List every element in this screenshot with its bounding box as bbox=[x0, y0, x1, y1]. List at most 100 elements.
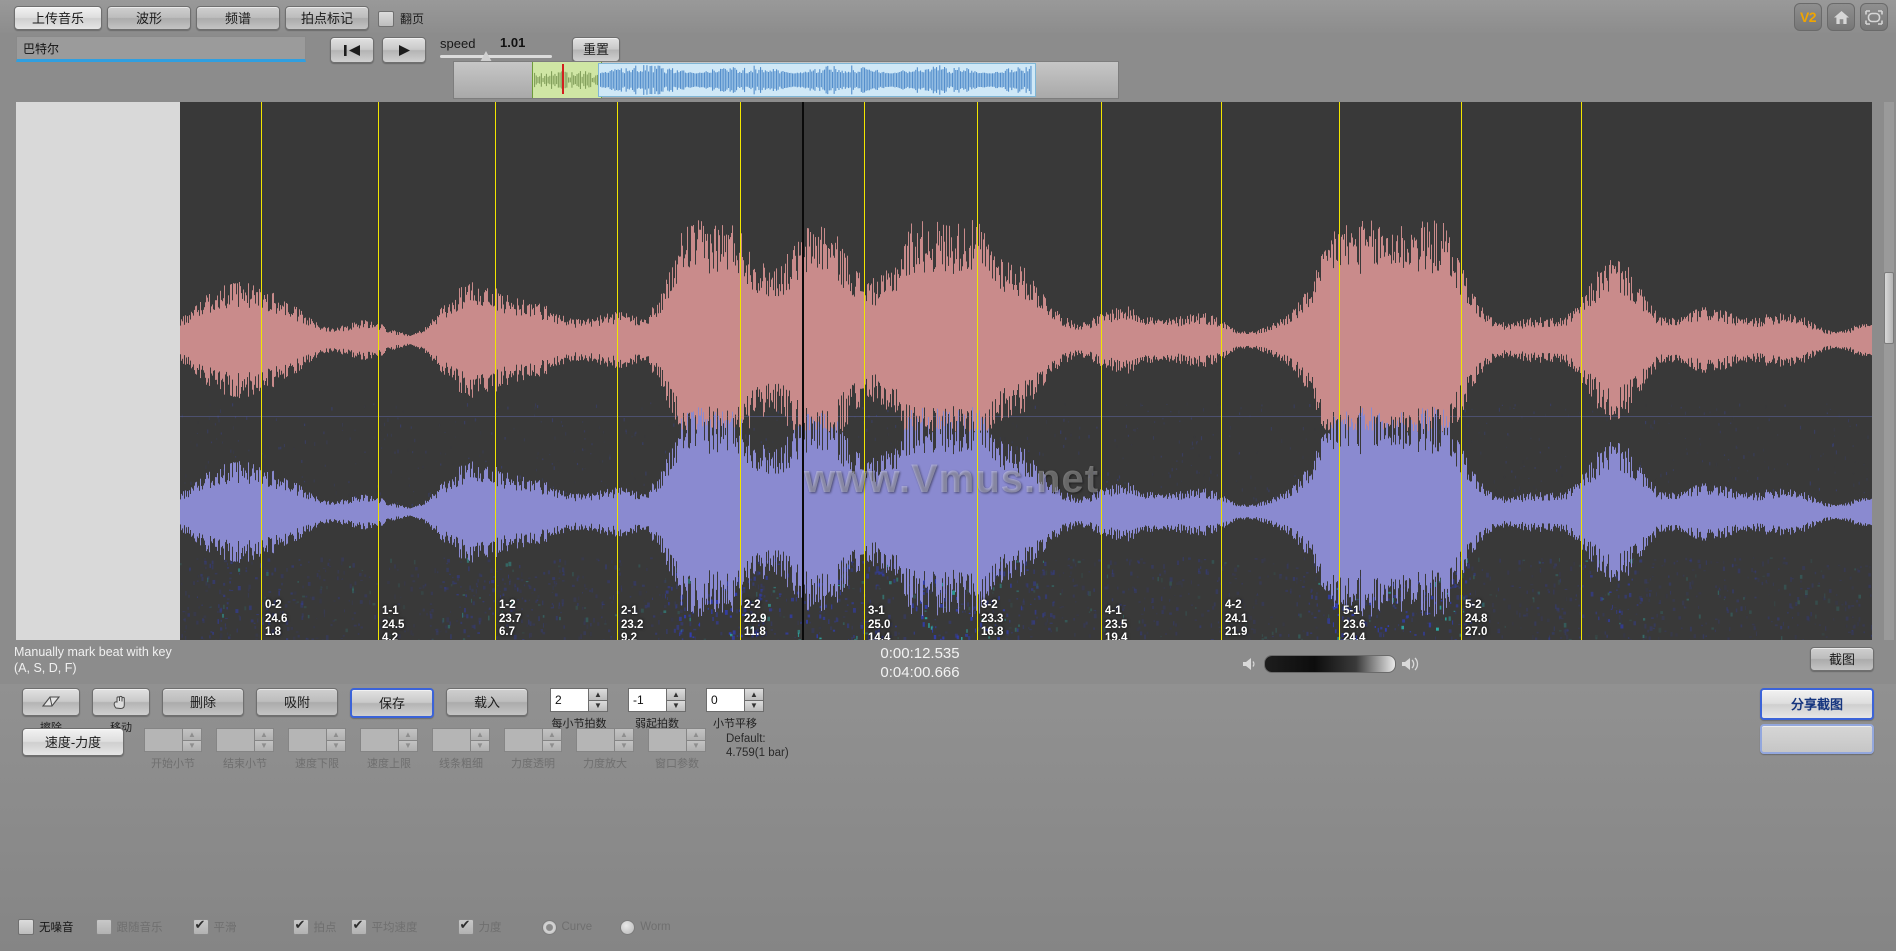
spinner-box[interactable]: ▲ ▼ bbox=[144, 728, 202, 752]
spinner-arrows[interactable]: ▲ ▼ bbox=[614, 728, 634, 752]
spinner-box[interactable]: 2 ▲ ▼ bbox=[550, 688, 608, 712]
checkbox-box[interactable] bbox=[378, 11, 394, 27]
spinner-arrows[interactable]: ▲ ▼ bbox=[666, 688, 686, 712]
spinner-up-icon[interactable]: ▲ bbox=[470, 728, 490, 741]
spinner-down-icon[interactable]: ▼ bbox=[666, 701, 686, 713]
spinner-down-icon[interactable]: ▼ bbox=[470, 741, 490, 753]
home-icon[interactable] bbox=[1827, 3, 1855, 31]
page-turn-checkbox[interactable]: 翻页 bbox=[378, 10, 424, 27]
spinner-arrows[interactable]: ▲ ▼ bbox=[398, 728, 418, 752]
spinner-value[interactable] bbox=[648, 728, 686, 752]
spinner-arrows[interactable]: ▲ ▼ bbox=[686, 728, 706, 752]
spinner-beats-per-bar[interactable]: 2 ▲ ▼ 每小节拍数 bbox=[550, 688, 608, 731]
spinner-up-icon[interactable]: ▲ bbox=[588, 688, 608, 701]
tab-upload-music[interactable]: 上传音乐 bbox=[14, 6, 102, 30]
spinner-value[interactable] bbox=[576, 728, 614, 752]
volume-control[interactable] bbox=[1240, 653, 1420, 675]
option-follow-music[interactable]: 跟随音乐 bbox=[96, 919, 163, 935]
spinner-box[interactable]: 0 ▲ ▼ bbox=[706, 688, 764, 712]
spinner-value[interactable] bbox=[432, 728, 470, 752]
spinner-value[interactable] bbox=[288, 728, 326, 752]
radio-box[interactable] bbox=[620, 920, 635, 935]
load-button[interactable]: 载入 bbox=[446, 688, 528, 716]
spinner-up-icon[interactable]: ▲ bbox=[666, 688, 686, 701]
spinner-down-icon[interactable]: ▼ bbox=[588, 701, 608, 713]
option-average-tempo[interactable]: 平均速度 bbox=[351, 919, 418, 935]
spinner-end-bar[interactable]: ▲ ▼ 结束小节 bbox=[216, 728, 274, 771]
spinner-box[interactable]: ▲ ▼ bbox=[360, 728, 418, 752]
spinner-tempo-min[interactable]: ▲ ▼ 速度下限 bbox=[288, 728, 346, 771]
move-button[interactable] bbox=[92, 688, 150, 716]
option-smooth[interactable]: 平滑 bbox=[193, 919, 237, 935]
spinner-value[interactable]: 2 bbox=[550, 688, 588, 712]
checkbox-box[interactable] bbox=[193, 919, 209, 935]
spinner-box[interactable]: ▲ ▼ bbox=[504, 728, 562, 752]
spinner-value[interactable] bbox=[144, 728, 182, 752]
spinner-start-bar[interactable]: ▲ ▼ 开始小节 bbox=[144, 728, 202, 771]
option-dynamics[interactable]: 力度 bbox=[458, 919, 502, 935]
tab-beat-marking[interactable]: 拍点标记 bbox=[285, 6, 369, 30]
radio-box[interactable] bbox=[542, 920, 557, 935]
spinner-up-icon[interactable]: ▲ bbox=[182, 728, 202, 741]
spinner-box[interactable]: ▲ ▼ bbox=[288, 728, 346, 752]
spinner-value[interactable]: -1 bbox=[628, 688, 666, 712]
checkbox-box[interactable] bbox=[458, 919, 474, 935]
checkbox-box[interactable] bbox=[351, 919, 367, 935]
spinner-dynamics-opacity[interactable]: ▲ ▼ 力度透明 bbox=[504, 728, 562, 771]
snap-button[interactable]: 吸附 bbox=[256, 688, 338, 716]
spinner-value[interactable] bbox=[360, 728, 398, 752]
option-beat[interactable]: 拍点 bbox=[293, 919, 337, 935]
spinner-down-icon[interactable]: ▼ bbox=[326, 741, 346, 753]
overview-cursor[interactable] bbox=[562, 64, 564, 94]
spinner-tempo-max[interactable]: ▲ ▼ 速度上限 bbox=[360, 728, 418, 771]
spinner-box[interactable]: ▲ ▼ bbox=[432, 728, 490, 752]
spinner-value[interactable] bbox=[504, 728, 542, 752]
spinner-up-icon[interactable]: ▲ bbox=[744, 688, 764, 701]
reset-button[interactable]: 重置 bbox=[572, 37, 620, 62]
spinner-arrows[interactable]: ▲ ▼ bbox=[182, 728, 202, 752]
checkbox-box[interactable] bbox=[293, 919, 309, 935]
speed-slider-track[interactable] bbox=[440, 55, 552, 58]
rewind-button[interactable] bbox=[330, 37, 374, 63]
spinner-down-icon[interactable]: ▼ bbox=[686, 741, 706, 753]
tempo-dynamics-button[interactable]: 速度-力度 bbox=[22, 728, 124, 756]
spinner-down-icon[interactable]: ▼ bbox=[614, 741, 634, 753]
spinner-arrows[interactable]: ▲ ▼ bbox=[326, 728, 346, 752]
play-button[interactable] bbox=[382, 37, 426, 63]
spinner-value[interactable] bbox=[216, 728, 254, 752]
spinner-box[interactable]: ▲ ▼ bbox=[216, 728, 274, 752]
spinner-arrows[interactable]: ▲ ▼ bbox=[470, 728, 490, 752]
spinner-up-icon[interactable]: ▲ bbox=[686, 728, 706, 741]
fullscreen-icon[interactable] bbox=[1860, 3, 1888, 31]
spinner-up-icon[interactable]: ▲ bbox=[254, 728, 274, 741]
option-curve[interactable]: Curve bbox=[542, 920, 593, 935]
spinner-line-thickness[interactable]: ▲ ▼ 线条粗细 bbox=[432, 728, 490, 771]
spinner-up-icon[interactable]: ▲ bbox=[542, 728, 562, 741]
spinner-up-icon[interactable]: ▲ bbox=[614, 728, 634, 741]
delete-button[interactable]: 删除 bbox=[162, 688, 244, 716]
spinner-bar-offset[interactable]: 0 ▲ ▼ 小节平移 bbox=[706, 688, 764, 731]
spinner-arrows[interactable]: ▲ ▼ bbox=[588, 688, 608, 712]
spinner-down-icon[interactable]: ▼ bbox=[398, 741, 418, 753]
option-no-noise[interactable]: 无噪音 bbox=[18, 919, 74, 935]
waveform-plot-area[interactable]: www.Vmus.net 0-224.61.81-124.54.21-223.7… bbox=[180, 102, 1872, 640]
spinner-pickup-beats[interactable]: -1 ▲ ▼ 弱起拍数 bbox=[628, 688, 686, 731]
tab-spectrum[interactable]: 频谱 bbox=[196, 6, 280, 30]
checkbox-box[interactable] bbox=[18, 919, 34, 935]
save-button[interactable]: 保存 bbox=[350, 688, 434, 718]
spinner-window-param[interactable]: ▲ ▼ 窗口参数 bbox=[648, 728, 706, 771]
speed-control[interactable]: speed 1.01 bbox=[440, 33, 555, 63]
spinner-box[interactable]: -1 ▲ ▼ bbox=[628, 688, 686, 712]
waveform-canvas[interactable]: www.Vmus.net 0-224.61.81-124.54.21-223.7… bbox=[16, 102, 1872, 640]
share-screenshot-button[interactable]: 分享截图 bbox=[1760, 688, 1874, 720]
tab-waveform[interactable]: 波形 bbox=[107, 6, 191, 30]
share-secondary-button[interactable] bbox=[1760, 724, 1874, 754]
screenshot-button[interactable]: 截图 bbox=[1810, 647, 1874, 671]
spinner-value[interactable]: 0 bbox=[706, 688, 744, 712]
option-worm[interactable]: Worm bbox=[620, 920, 670, 935]
spinner-down-icon[interactable]: ▼ bbox=[744, 701, 764, 713]
volume-slider[interactable] bbox=[1264, 655, 1396, 673]
spinner-arrows[interactable]: ▲ ▼ bbox=[744, 688, 764, 712]
track-title-input[interactable]: 巴特尔 bbox=[16, 36, 306, 62]
vertical-scrollbar[interactable] bbox=[1884, 102, 1894, 640]
